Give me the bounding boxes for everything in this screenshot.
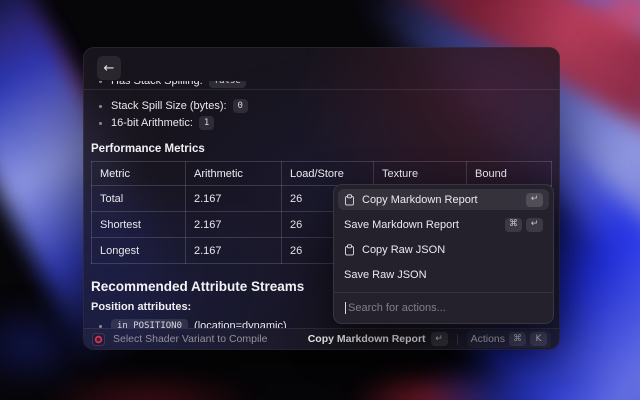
actions-button[interactable]: Actions ⌘ K bbox=[467, 330, 551, 348]
list-item-label: Has Stack Spilling: bbox=[111, 81, 203, 88]
performance-metrics-heading: Performance Metrics bbox=[91, 143, 547, 155]
cmd-key-badge: ⌘ bbox=[505, 218, 522, 232]
back-arrow-icon: ← bbox=[104, 61, 115, 76]
text-cursor bbox=[345, 302, 346, 314]
value-badge: false bbox=[209, 81, 246, 88]
search-placeholder: Search for actions... bbox=[348, 302, 446, 314]
clipboard-icon bbox=[344, 244, 355, 256]
menu-item-save-raw-json[interactable]: Save Raw JSON bbox=[338, 262, 549, 287]
status-bar: Select Shader Variant to Compile Copy Ma… bbox=[84, 328, 559, 349]
clipboard-icon bbox=[344, 194, 355, 206]
cmd-key-badge: ⌘ bbox=[509, 332, 526, 346]
actions-menu: Copy Markdown Report ↵ Save Markdown Rep… bbox=[333, 184, 554, 324]
bullet-dot bbox=[99, 122, 102, 125]
list-item-stack-spill-size: Stack Spill Size (bytes): 0 bbox=[97, 98, 547, 114]
col-header-load-store: Load/Store bbox=[282, 162, 374, 186]
menu-item-label: Save Raw JSON bbox=[344, 269, 427, 281]
attribute-code-badge: in_POSITION0 bbox=[111, 319, 188, 328]
col-header-texture: Texture bbox=[374, 162, 467, 186]
menu-item-save-markdown-report[interactable]: Save Markdown Report ⌘ ↵ bbox=[338, 212, 549, 237]
cell-arithmetic: 2.167 bbox=[186, 212, 282, 238]
primary-action-button[interactable]: Copy Markdown Report bbox=[308, 333, 426, 345]
bullet-dot bbox=[99, 81, 102, 83]
cell-metric: Total bbox=[92, 186, 186, 212]
list-item-16bit-arithmetic: 16-bit Arithmetic: 1 bbox=[97, 115, 547, 131]
value-badge: 1 bbox=[199, 116, 214, 130]
return-key-badge: ↵ bbox=[431, 332, 448, 346]
menu-item-label: Copy Raw JSON bbox=[362, 244, 445, 256]
table-header-row: Metric Arithmetic Load/Store Texture Bou… bbox=[92, 162, 552, 186]
shader-app-icon bbox=[92, 333, 105, 346]
return-key-badge: ↵ bbox=[526, 193, 543, 207]
menu-item-label: Save Markdown Report bbox=[344, 219, 459, 231]
actions-search-input[interactable]: Search for actions... bbox=[338, 293, 549, 323]
status-left-label: Select Shader Variant to Compile bbox=[113, 333, 267, 345]
cell-arithmetic: 2.167 bbox=[186, 238, 282, 264]
col-header-bound: Bound bbox=[467, 162, 552, 186]
col-header-arithmetic: Arithmetic bbox=[186, 162, 282, 186]
col-header-metric: Metric bbox=[92, 162, 186, 186]
menu-item-label: Copy Markdown Report bbox=[362, 194, 478, 206]
list-item-label: 16-bit Arithmetic: bbox=[111, 115, 193, 131]
list-item-stack-spilling: Has Stack Spilling: false bbox=[97, 81, 547, 88]
actions-label: Actions bbox=[471, 333, 505, 345]
cell-metric: Shortest bbox=[92, 212, 186, 238]
menu-item-copy-markdown-report[interactable]: Copy Markdown Report ↵ bbox=[338, 189, 549, 210]
list-item-label: Stack Spill Size (bytes): bbox=[111, 98, 227, 114]
return-key-badge: ↵ bbox=[526, 218, 543, 232]
cell-arithmetic: 2.167 bbox=[186, 186, 282, 212]
bullet-dot bbox=[99, 105, 102, 108]
back-button[interactable]: ← bbox=[97, 56, 121, 80]
attribute-note: (location=dynamic) bbox=[194, 318, 287, 328]
status-divider bbox=[457, 334, 458, 345]
menu-item-copy-raw-json[interactable]: Copy Raw JSON bbox=[338, 237, 549, 262]
value-badge: 0 bbox=[233, 99, 248, 113]
cell-metric: Longest bbox=[92, 238, 186, 264]
k-key-badge: K bbox=[530, 332, 547, 346]
